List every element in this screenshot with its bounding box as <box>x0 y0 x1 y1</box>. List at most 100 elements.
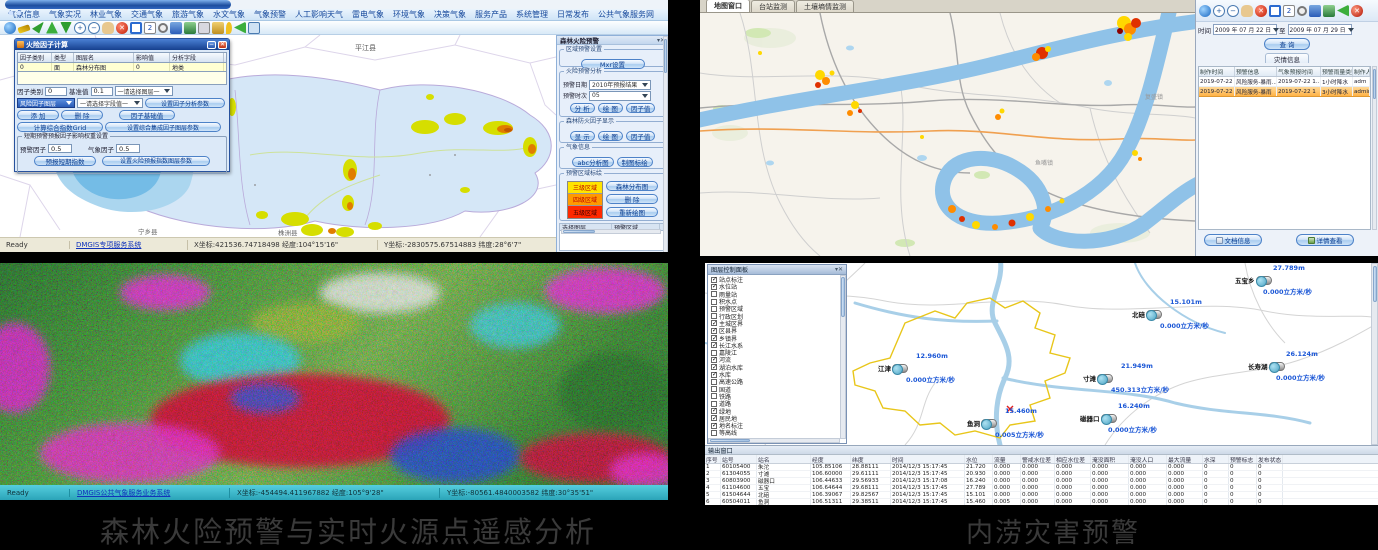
layers-icon[interactable] <box>1309 5 1321 17</box>
minimize-icon[interactable]: − <box>207 41 216 49</box>
disaster-info-tab[interactable]: 灾情信息 <box>1265 53 1309 63</box>
output-title[interactable]: 输出窗口 <box>705 446 1378 455</box>
redraw-button[interactable]: 重新绘图 <box>606 207 658 217</box>
menu-item[interactable]: 旅游气象 <box>172 9 204 20</box>
calc-index-button[interactable]: 计算综合指数Grid <box>17 122 103 132</box>
menu-item[interactable]: 决策气象 <box>434 9 466 20</box>
station-marker[interactable]: 寸滩 21.949m 450.313立方米/秒 <box>1083 373 1113 383</box>
layer-item[interactable]: 等高线 <box>710 429 838 436</box>
export-icon[interactable] <box>212 22 224 34</box>
forest-map-button[interactable]: 森林分布图 <box>606 181 658 191</box>
station-marker[interactable]: 鱼洞 15.460m 0.005立方米/秒 <box>967 418 997 428</box>
layer-checkbox[interactable] <box>711 423 717 429</box>
draw-button[interactable]: 绘 图 <box>598 131 623 141</box>
layer-checkbox[interactable] <box>711 386 717 392</box>
zoom-in-icon[interactable]: + <box>1213 5 1225 17</box>
table-row-selected[interactable]: 2019-07-22 1 风险服务-暴雨 2019-07-22 1 3小时降水 … <box>1199 87 1370 97</box>
table-row[interactable]: 5 61504644 北碚 106.39067 29.82567 2014/12… <box>705 492 1378 499</box>
back-icon[interactable] <box>234 22 246 34</box>
zoom-in-icon[interactable]: + <box>74 22 86 34</box>
delete-button[interactable]: 删 除 <box>606 194 658 204</box>
image-icon[interactable] <box>184 22 196 34</box>
draw-button[interactable]: 绘 图 <box>598 103 623 113</box>
full-extent-icon[interactable] <box>1269 5 1281 17</box>
pan-icon[interactable] <box>1241 5 1253 17</box>
close-icon[interactable]: ✕ <box>838 266 843 273</box>
layer-checkbox[interactable] <box>711 357 717 363</box>
layer-checkbox[interactable] <box>711 291 717 297</box>
layer-checkbox[interactable] <box>711 430 717 436</box>
pan-icon[interactable] <box>102 22 114 34</box>
weather-factor-input[interactable]: 0.5 <box>116 144 140 153</box>
menu-item[interactable]: 交通气象 <box>131 9 163 20</box>
station-marker[interactable]: 长寿湖 26.124m 0.000立方米/秒 <box>1248 361 1285 371</box>
layer-table-body[interactable] <box>559 231 666 251</box>
factor-table-row[interactable]: 0 面 森林分布图 0 地类 <box>17 62 227 71</box>
station-marker[interactable]: 五宝乡 27.789m 0.000立方米/秒 <box>1235 275 1272 285</box>
factor-table-empty[interactable] <box>17 71 227 85</box>
layer-checkbox[interactable] <box>711 379 717 385</box>
flight-track-icon[interactable] <box>32 22 44 34</box>
vertical-scrollbar[interactable] <box>840 275 846 439</box>
identify-icon[interactable] <box>158 23 168 33</box>
stop-icon[interactable]: ✕ <box>116 22 128 34</box>
print-icon[interactable] <box>198 22 210 34</box>
satellite-image[interactable] <box>0 263 668 485</box>
table-row[interactable]: 3 60803900 磁器口 106.44633 29.56933 2014/1… <box>705 478 1378 485</box>
map-vertical-scrollbar[interactable] <box>1371 263 1378 445</box>
dialog-title-bar[interactable]: 火险因子计算 − ✕ <box>15 39 229 50</box>
horizontal-scrollbar[interactable] <box>561 229 661 234</box>
base-value-input[interactable]: 0.1 <box>91 87 113 96</box>
factor-class-input[interactable]: 0 <box>45 87 67 96</box>
field-select[interactable]: 一请选择字段值一 <box>77 98 143 108</box>
show-button[interactable]: 显 示 <box>570 131 595 141</box>
layer-checkbox[interactable] <box>711 306 717 312</box>
system-link[interactable]: DMGIS公共气象服务业务系统 <box>70 488 230 498</box>
close-icon[interactable]: ✕ <box>218 41 227 49</box>
menu-item[interactable]: 人工影响天气 <box>295 9 343 20</box>
identify-icon[interactable] <box>1297 6 1307 16</box>
layers-icon[interactable] <box>170 22 182 34</box>
table-row[interactable]: 2019-07-22 1... 风险服务-暴雨... 2019-07-22 1.… <box>1199 77 1370 87</box>
table-row[interactable]: 6 60504011 鱼洞 106.51311 29.38511 2014/12… <box>705 499 1378 505</box>
layer-checkbox[interactable] <box>711 372 717 378</box>
table-row[interactable]: 2 61304055 寸滩 106.60000 29.61111 2014/12… <box>705 471 1378 478</box>
table-row[interactable]: 4 61104600 五宝 106.64644 29.68111 2014/12… <box>705 485 1378 492</box>
date-to-picker[interactable]: 2009 年 07 月 29 日 <box>1288 24 1352 35</box>
menu-item[interactable]: 公共气象服务网 <box>598 9 654 20</box>
query-button[interactable]: 查 询 <box>1264 38 1310 50</box>
risk-layer-select[interactable]: 风险因子图层 <box>17 98 75 108</box>
vertical-scrollbar[interactable] <box>663 36 668 252</box>
table-row[interactable]: 1 60105400 朱沱 105.85106 28.88111 2014/12… <box>705 464 1378 471</box>
factor-value-button[interactable]: 因子值 <box>626 131 656 141</box>
menu-item[interactable]: 服务产品 <box>475 9 507 20</box>
note-icon[interactable]: 2 <box>144 22 156 34</box>
vertical-scrollbar[interactable] <box>1372 66 1377 230</box>
flight-up-icon[interactable] <box>46 22 58 34</box>
add-button[interactable]: 添 加 <box>17 110 59 120</box>
menu-item[interactable]: 水文气象 <box>213 9 245 20</box>
station-marker[interactable]: 北碚 15.101m 0.000立方米/秒 <box>1132 309 1162 319</box>
document-info-button[interactable]: 文档信息 <box>1204 234 1262 246</box>
tab-map-window[interactable]: 地图窗口 <box>706 0 750 12</box>
forecast-index-button[interactable]: 预报短期指数 <box>34 156 96 166</box>
layer-checkbox[interactable] <box>711 393 717 399</box>
pin-icon[interactable] <box>226 22 232 34</box>
panel-title-bar[interactable]: 图层控制面板 ▾ ✕ <box>708 265 846 275</box>
plot-annotate-button[interactable]: 制图标绘 <box>617 157 653 167</box>
detail-view-button[interactable]: 详情查看 <box>1296 234 1354 246</box>
stop-icon[interactable]: ✕ <box>1255 5 1267 17</box>
close-window-icon[interactable]: ✕ <box>1351 5 1363 17</box>
tab-soil-moisture[interactable]: 土壤墒情监测 <box>796 0 854 12</box>
zoom-out-icon[interactable]: − <box>88 22 100 34</box>
zoom-out-icon[interactable]: − <box>1227 5 1239 17</box>
measure-icon[interactable] <box>17 24 30 33</box>
warning-date-select[interactable]: 2010年预报结果 <box>589 80 651 90</box>
menu-item[interactable]: 系统管理 <box>516 9 548 20</box>
set-factor-params-button[interactable]: 设置因子分析参数 <box>145 98 225 108</box>
factor-value-button[interactable]: 因子值 <box>626 103 656 113</box>
horizontal-scrollbar[interactable] <box>708 438 840 443</box>
set-forecast-layer-button[interactable]: 设置火险预报指数图层参数 <box>102 156 210 166</box>
set-composite-layer-button[interactable]: 设置综合集成因子图层参数 <box>105 122 221 132</box>
full-extent-icon[interactable] <box>130 22 142 34</box>
